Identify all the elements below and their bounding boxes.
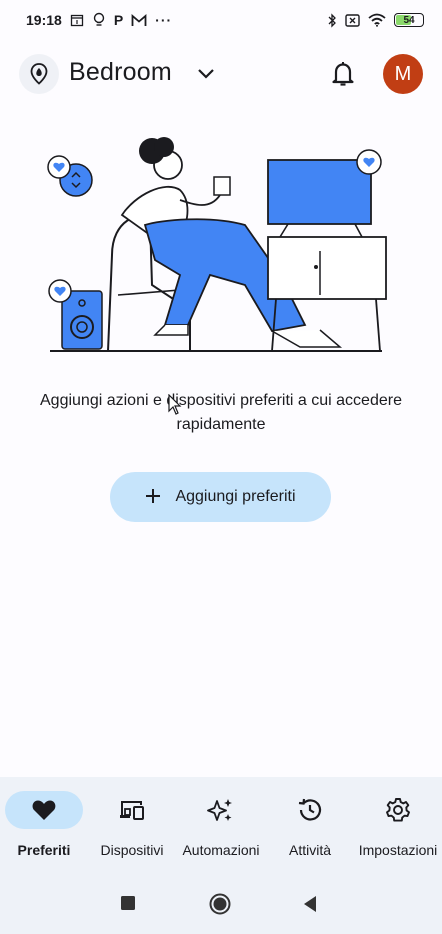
wifi-icon <box>368 12 386 28</box>
nav-item-automazioni[interactable]: Automazioni <box>176 777 266 875</box>
status-bar: 19:18 P ··· 54 <box>0 0 442 40</box>
no-sim-icon <box>345 12 360 28</box>
nav-item-dispositivi[interactable]: Dispositivi <box>88 777 176 875</box>
nav-label: Dispositivi <box>100 842 164 858</box>
home-location-button[interactable] <box>19 54 59 94</box>
sparkle-icon <box>207 799 232 821</box>
nav-label: Impostazioni <box>358 842 438 858</box>
battery-icon: 54 <box>394 13 424 27</box>
status-bar-right: 54 <box>327 12 424 28</box>
p-icon: P <box>113 12 124 28</box>
add-favorites-button[interactable]: Aggiungi preferiti <box>110 472 331 522</box>
status-bar-left: 19:18 P ··· <box>26 12 172 28</box>
nav-item-impostazioni[interactable]: Impostazioni <box>354 777 442 875</box>
back-triangle-icon[interactable] <box>302 895 318 913</box>
add-favorites-label: Aggiungi preferiti <box>175 488 296 505</box>
home-title[interactable]: Bedroom <box>69 58 172 87</box>
nav-label: Automazioni <box>182 842 260 858</box>
favorites-empty-illustration <box>40 125 400 360</box>
lightbulb-icon <box>92 12 106 28</box>
heart-icon <box>32 800 56 820</box>
history-icon <box>298 798 322 821</box>
battery-level: 54 <box>403 14 415 26</box>
devices-icon <box>120 801 144 820</box>
more-dots-icon: ··· <box>155 12 173 28</box>
account-avatar[interactable]: M <box>383 54 423 94</box>
top-app-bar: Bedroom M <box>0 50 442 98</box>
calendar-icon <box>70 12 84 28</box>
recents-square-icon[interactable] <box>120 895 136 911</box>
nav-label: Attività <box>288 842 331 858</box>
notifications-bell-icon[interactable] <box>330 60 356 93</box>
favorites-empty-message: Aggiungi azioni e dispositivi preferiti … <box>40 392 402 433</box>
system-navigation-bar <box>0 875 442 934</box>
plus-icon <box>145 487 161 507</box>
bluetooth-icon <box>327 12 337 28</box>
gear-icon <box>386 798 410 822</box>
nav-item-attivita[interactable]: Attività <box>266 777 354 875</box>
status-time: 19:18 <box>26 12 62 28</box>
gmail-icon <box>131 12 147 28</box>
bottom-navigation: Preferiti Dispositivi Automazioni Attivi… <box>0 777 442 875</box>
nav-item-preferiti[interactable]: Preferiti <box>0 777 88 875</box>
chevron-down-icon[interactable] <box>196 64 216 89</box>
nav-label: Preferiti <box>17 842 71 858</box>
mouse-cursor-icon <box>168 393 182 421</box>
home-circle-icon[interactable] <box>209 893 231 915</box>
location-pin-icon <box>30 63 48 85</box>
